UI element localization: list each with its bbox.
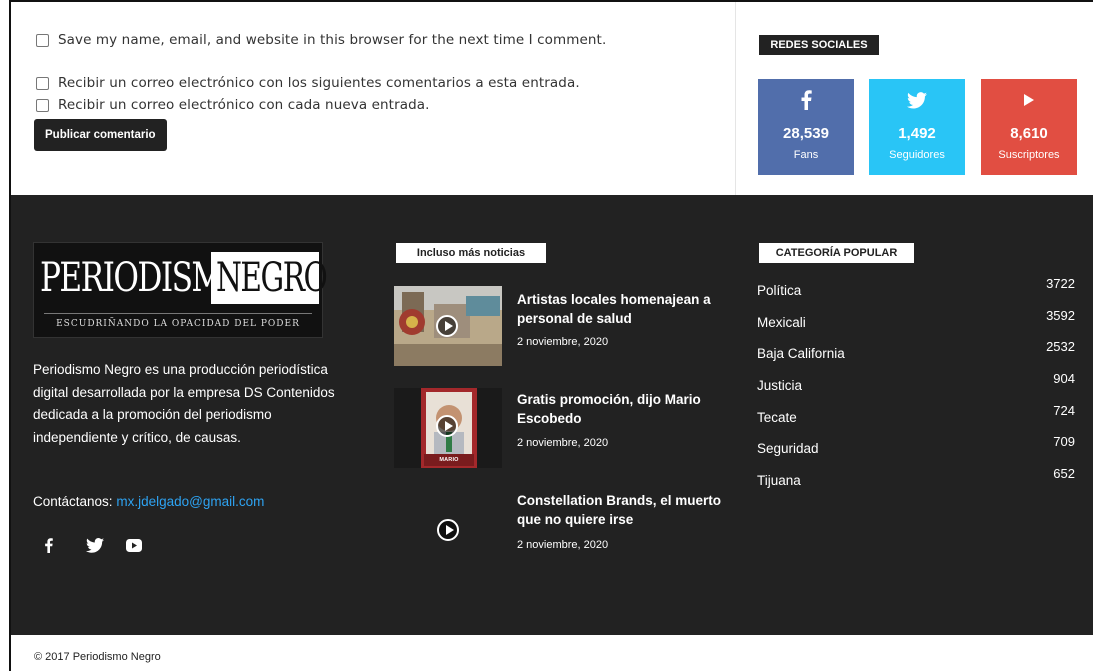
youtube-count: 8,610 (1010, 125, 1048, 142)
youtube-card[interactable]: 8,610 Suscriptores (981, 79, 1077, 175)
news-title-2[interactable]: Gratis promoción, dijo Mario Escobedo (517, 390, 727, 428)
category-count: 904 (1053, 371, 1075, 386)
notify-posts-checkbox[interactable] (36, 98, 49, 112)
play-icon (436, 415, 458, 437)
category-count: 3592 (1046, 308, 1075, 323)
news-thumb-1[interactable] (394, 286, 502, 366)
footer-facebook-icon[interactable] (44, 536, 53, 554)
category-count: 709 (1053, 434, 1075, 449)
social-widget-title: REDES SOCIALES (759, 35, 879, 55)
category-name: Seguridad (757, 441, 819, 456)
category-name: Política (757, 283, 802, 298)
notify-comments-checkbox-row[interactable]: Recibir un correo electrónico con los si… (36, 75, 580, 91)
category-name: Baja California (757, 346, 845, 361)
thumb-2-caption: MARIO ESCOBEDO (439, 457, 459, 463)
category-name: Tijuana (757, 473, 801, 488)
notify-posts-checkbox-row[interactable]: Recibir un correo electrónico con cada n… (36, 97, 430, 113)
category-count: 3722 (1046, 276, 1075, 291)
category-count: 652 (1053, 466, 1075, 481)
news-thumb-2[interactable]: MARIO ESCOBEDO (394, 388, 502, 468)
save-info-checkbox-row[interactable]: Save my name, email, and website in this… (36, 32, 606, 48)
category-count: 724 (1053, 403, 1075, 418)
contact-line: Contáctanos: mx.jdelgado@gmail.com (33, 494, 264, 509)
notify-comments-checkbox[interactable] (36, 76, 49, 90)
twitter-icon (869, 89, 965, 111)
save-info-label: Save my name, email, and website in this… (58, 32, 607, 48)
popular-category-title: CATEGORÍA POPULAR (759, 243, 914, 263)
contact-email-link[interactable]: mx.jdelgado@gmail.com (116, 494, 264, 509)
news-thumb-3[interactable] (394, 488, 502, 568)
facebook-label: Fans (793, 149, 819, 161)
twitter-card[interactable]: 1,492 Seguidores (869, 79, 965, 175)
more-news-title: Incluso más noticias (396, 243, 546, 263)
news-date-2: 2 noviembre, 2020 (517, 437, 609, 449)
twitter-count: 1,492 (898, 125, 936, 142)
sidebar-divider (735, 2, 736, 195)
play-icon (436, 315, 458, 337)
youtube-play-icon (981, 89, 1077, 111)
news-date-1: 2 noviembre, 2020 (517, 336, 609, 348)
play-icon (437, 519, 459, 541)
news-title-1[interactable]: Artistas locales homenajean a personal d… (517, 290, 727, 328)
submit-comment-button[interactable]: Publicar comentario (34, 119, 167, 151)
news-title-3[interactable]: Constellation Brands, el muerto que no q… (517, 491, 727, 529)
category-count: 2532 (1046, 339, 1075, 354)
notify-posts-label: Recibir un correo electrónico con cada n… (58, 97, 430, 113)
facebook-count: 28,539 (783, 125, 829, 142)
facebook-card[interactable]: 28,539 Fans (758, 79, 854, 175)
youtube-label: Suscriptores (998, 149, 1060, 161)
twitter-label: Seguidores (889, 149, 945, 161)
footer-twitter-icon[interactable] (86, 536, 104, 554)
notify-comments-label: Recibir un correo electrónico con los si… (58, 75, 580, 91)
category-name: Justicia (757, 378, 803, 393)
copyright-bar (11, 635, 1093, 671)
save-info-checkbox[interactable] (36, 33, 49, 47)
about-text: Periodismo Negro es una producción perio… (33, 362, 335, 445)
site-logo[interactable]: PERIODISMO NEGRO ESCUDRIÑANDO LA OPACIDA… (33, 242, 328, 338)
logo-word-negro: NEGRO (216, 255, 328, 301)
footer-youtube-icon[interactable] (126, 536, 142, 554)
category-name: Tecate (757, 410, 797, 425)
news-date-3: 2 noviembre, 2020 (517, 539, 609, 551)
category-name: Mexicali (757, 315, 806, 330)
contact-label: Contáctanos: (33, 494, 113, 509)
facebook-icon (758, 89, 854, 111)
logo-tagline: ESCUDRIÑANDO LA OPACIDAD DEL PODER (56, 319, 300, 329)
copyright-text: © 2017 Periodismo Negro (34, 651, 161, 663)
